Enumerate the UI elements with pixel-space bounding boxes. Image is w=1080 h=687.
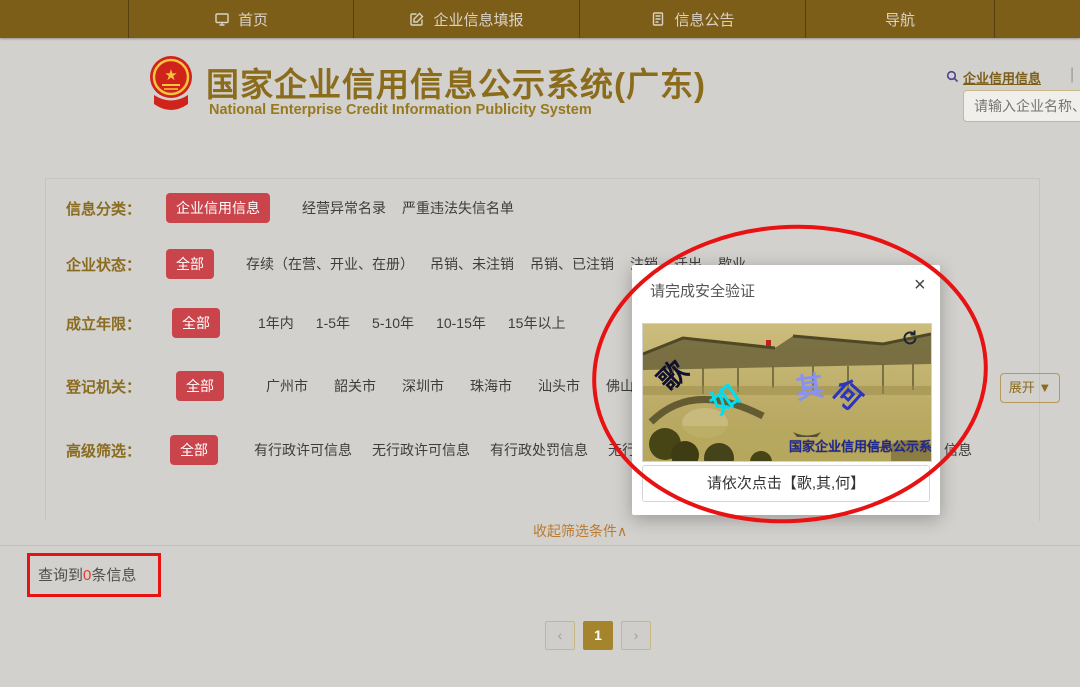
filter-option[interactable]: 韶关市 (334, 376, 376, 396)
edit-icon (409, 11, 425, 27)
filter-selected-button[interactable]: 企业信用信息 (166, 193, 270, 223)
result-count-text: 查询到0条信息 (38, 564, 136, 585)
filter-selected-button[interactable]: 全部 (172, 308, 220, 338)
filter-selected-button[interactable]: 全部 (166, 249, 214, 279)
document-icon (650, 11, 666, 27)
filter-label: 企业状态： (66, 254, 150, 275)
page: 首页 企业信息填报 信息公告 导航 ★ 国家企业信用信息公示系统(广东) Nat… (0, 0, 1080, 687)
filter-option[interactable]: 汕头市 (538, 376, 580, 396)
captcha-watermark: 国家企业信用信息公示系统 (789, 436, 932, 455)
svg-text:★: ★ (164, 67, 177, 84)
credit-info-link-label[interactable]: 企业信用信息 (963, 68, 1041, 87)
filter-label: 信息分类： (66, 198, 150, 219)
national-emblem-logo: ★ (147, 54, 195, 116)
nav-item-home[interactable]: 首页 (128, 0, 353, 38)
nav-item-label: 首页 (238, 9, 268, 30)
filter-option-partially-hidden[interactable]: 信息 (944, 440, 972, 460)
pagination-page-1[interactable]: 1 (583, 621, 613, 650)
search-icon (946, 70, 959, 86)
enterprise-search-input[interactable] (963, 90, 1080, 122)
pagination-next-button[interactable]: › (621, 621, 651, 650)
captcha-instruction: 请依次点击【歌,其,何】 (642, 465, 930, 502)
nav-spacer-end (994, 0, 1080, 38)
monitor-icon (214, 11, 230, 27)
close-icon[interactable]: × (914, 275, 926, 295)
filter-label: 登记机关： (66, 376, 150, 397)
filter-option[interactable]: 有行政许可信息 (254, 440, 352, 460)
pagination-prev-button[interactable]: ‹ (545, 621, 575, 650)
filter-option[interactable]: 无行政许可信息 (372, 440, 470, 460)
filter-option[interactable]: 10-15年 (436, 313, 486, 333)
result-count-prefix: 查询到 (38, 567, 83, 584)
filter-option[interactable]: 1-5年 (316, 313, 350, 333)
filter-option[interactable]: 吊销、未注销 (430, 254, 514, 274)
filter-option[interactable]: 经营异常名录 (302, 198, 386, 218)
collapse-filters-link[interactable]: 收起筛选条件∧ (533, 521, 627, 541)
page-title: 国家企业信用信息公示系统(广东) (206, 58, 706, 106)
filter-selected-button[interactable]: 全部 (176, 371, 224, 401)
filter-option[interactable]: 深圳市 (402, 376, 444, 396)
expand-button[interactable]: 展开 ▼ (1000, 373, 1060, 403)
filter-option[interactable]: 1年内 (258, 313, 294, 333)
captcha-char-qi[interactable]: 其 (794, 372, 826, 404)
top-nav: 首页 企业信息填报 信息公告 导航 (0, 0, 1080, 38)
filter-selected-button[interactable]: 全部 (170, 435, 218, 465)
filter-option[interactable]: 存续（在营、开业、在册） (246, 254, 414, 274)
filter-label: 高级筛选： (66, 440, 150, 461)
captcha-dialog: 请完成安全验证 × (632, 265, 940, 515)
nav-item-label: 信息公告 (674, 9, 734, 30)
nav-item-label: 导航 (885, 9, 915, 30)
filter-option[interactable]: 5-10年 (372, 313, 414, 333)
refresh-icon[interactable] (901, 329, 919, 352)
nav-item-announcements[interactable]: 信息公告 (579, 0, 805, 38)
page-subtitle: National Enterprise Credit Information P… (209, 102, 592, 118)
captcha-image[interactable]: 歌 如 其 何 国家企业信用信息公示系统 (642, 323, 932, 462)
nav-item-label: 企业信息填报 (433, 9, 523, 30)
section-divider (0, 545, 1080, 546)
nav-spacer (0, 0, 128, 38)
filter-row-info-category: 信息分类： 企业信用信息 经营异常名录 严重违法失信名单 (66, 193, 1029, 223)
header-link-separator: | (1070, 66, 1074, 84)
nav-item-enterprise-filing[interactable]: 企业信息填报 (353, 0, 579, 38)
filter-option[interactable]: 广州市 (266, 376, 308, 396)
nav-item-navigation[interactable]: 导航 (805, 0, 994, 38)
dialog-title: 请完成安全验证 (650, 280, 755, 301)
filter-label: 成立年限： (66, 313, 150, 334)
result-count-suffix: 条信息 (91, 567, 136, 584)
filter-option[interactable]: 珠海市 (470, 376, 512, 396)
filter-option[interactable]: 有行政处罚信息 (490, 440, 588, 460)
credit-info-link[interactable]: 企业信用信息 (946, 68, 1041, 87)
pagination: ‹ 1 › (545, 621, 651, 650)
filter-option[interactable]: 严重违法失信名单 (402, 198, 514, 218)
filter-option[interactable]: 15年以上 (508, 313, 566, 333)
filter-option[interactable]: 吊销、已注销 (530, 254, 614, 274)
